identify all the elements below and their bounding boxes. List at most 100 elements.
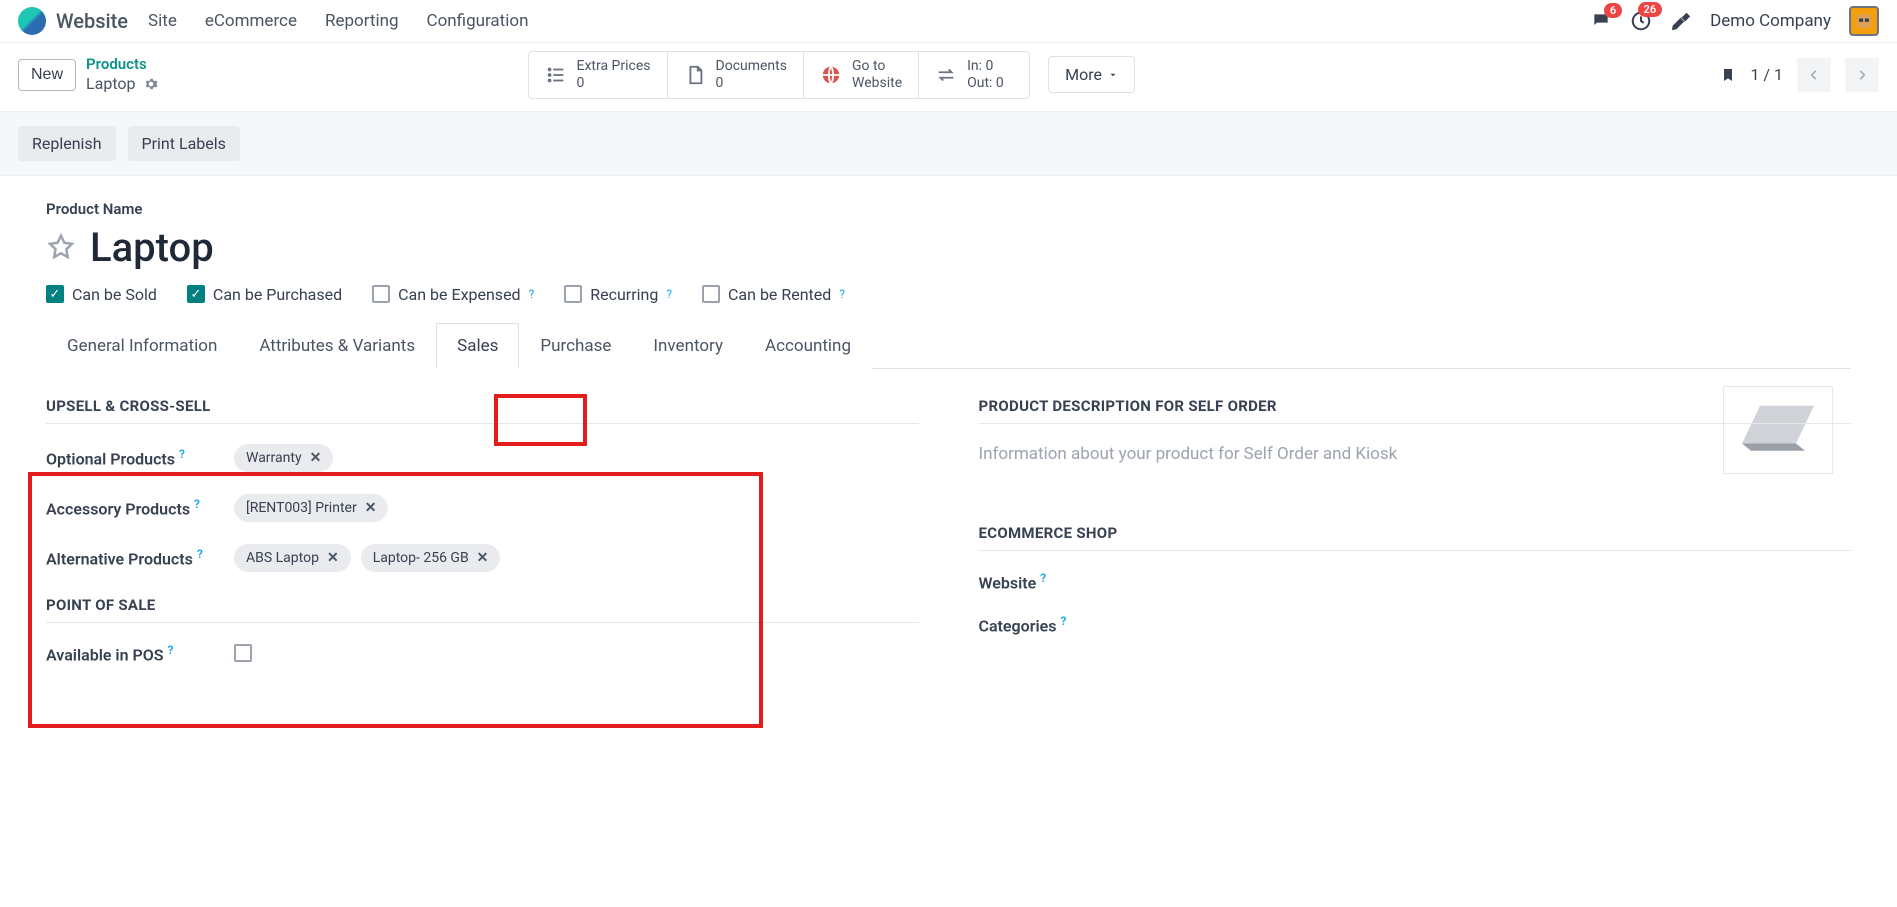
list-icon bbox=[545, 64, 567, 86]
help-icon[interactable]: ? bbox=[168, 643, 174, 657]
transfer-icon bbox=[935, 64, 957, 86]
stat-buttons: Extra Prices0 Documents0 Go toWebsite In… bbox=[528, 51, 1031, 99]
optional-products-input[interactable]: Warranty✕ bbox=[234, 444, 333, 472]
stat-in-out[interactable]: In: 0Out: 0 bbox=[919, 52, 1029, 98]
user-avatar[interactable] bbox=[1849, 6, 1879, 36]
sales-tab-content: UPSELL & CROSS-SELL Optional Products ? … bbox=[46, 369, 1851, 686]
print-labels-button[interactable]: Print Labels bbox=[128, 126, 240, 161]
tag-item[interactable]: ABS Laptop✕ bbox=[234, 544, 351, 572]
product-flags: Can be Sold Can be Purchased Can be Expe… bbox=[46, 285, 1851, 304]
tag-item[interactable]: Warranty✕ bbox=[234, 444, 333, 472]
field-optional-products: Optional Products ? Warranty✕ bbox=[46, 444, 919, 472]
flag-can-be-purchased[interactable]: Can be Purchased bbox=[187, 285, 342, 304]
top-navbar: Website Site eCommerce Reporting Configu… bbox=[0, 0, 1897, 43]
help-icon[interactable]: ? bbox=[666, 287, 672, 301]
tab-inventory[interactable]: Inventory bbox=[632, 323, 744, 369]
right-column: PRODUCT DESCRIPTION FOR SELF ORDER Infor… bbox=[979, 397, 1852, 686]
top-right-cluster: 6 26 Demo Company bbox=[1590, 6, 1879, 36]
help-icon[interactable]: ? bbox=[839, 287, 845, 301]
flag-can-be-sold[interactable]: Can be Sold bbox=[46, 285, 157, 304]
product-name-input[interactable]: Laptop bbox=[90, 224, 214, 271]
field-accessory-products: Accessory Products ? [RENT003] Printer✕ bbox=[46, 494, 919, 522]
globe-icon bbox=[820, 64, 842, 86]
close-icon[interactable]: ✕ bbox=[365, 500, 377, 516]
action-bar: Replenish Print Labels bbox=[0, 111, 1897, 176]
section-ecommerce-title: ECOMMERCE SHOP bbox=[979, 524, 1852, 551]
replenish-button[interactable]: Replenish bbox=[18, 126, 116, 161]
help-icon[interactable]: ? bbox=[197, 547, 203, 561]
tab-general-information[interactable]: General Information bbox=[46, 323, 238, 369]
pager-cluster: 1 / 1 bbox=[1720, 58, 1879, 92]
stat-documents[interactable]: Documents0 bbox=[668, 52, 804, 98]
messaging-icon[interactable]: 6 bbox=[1590, 11, 1612, 31]
close-icon[interactable]: ✕ bbox=[327, 550, 339, 566]
tab-purchase[interactable]: Purchase bbox=[519, 323, 632, 369]
checkbox-icon bbox=[46, 285, 64, 303]
section-pos-title: POINT OF SALE bbox=[46, 596, 919, 623]
menu-site[interactable]: Site bbox=[148, 11, 177, 31]
brand[interactable]: Website bbox=[18, 7, 128, 35]
pager-text[interactable]: 1 / 1 bbox=[1750, 65, 1783, 84]
field-website: Website ? bbox=[979, 571, 1852, 592]
menu-ecommerce[interactable]: eCommerce bbox=[205, 11, 297, 31]
self-order-description-input[interactable]: Information about your product for Self … bbox=[979, 444, 1852, 464]
alternative-products-input[interactable]: ABS Laptop✕ Laptop- 256 GB✕ bbox=[234, 544, 500, 572]
caret-down-icon bbox=[1108, 70, 1118, 80]
brand-logo-icon bbox=[18, 7, 46, 35]
stat-extra-prices[interactable]: Extra Prices0 bbox=[529, 52, 668, 98]
document-icon bbox=[684, 64, 706, 86]
menu-configuration[interactable]: Configuration bbox=[427, 11, 529, 31]
field-available-in-pos: Available in POS ? bbox=[46, 643, 919, 664]
tab-sales[interactable]: Sales bbox=[436, 323, 519, 369]
brand-name: Website bbox=[56, 9, 128, 33]
help-icon[interactable]: ? bbox=[179, 447, 185, 461]
pager-next[interactable] bbox=[1845, 58, 1879, 92]
checkbox-available-in-pos[interactable] bbox=[234, 644, 252, 662]
help-icon[interactable]: ? bbox=[194, 497, 200, 511]
bookmark-icon[interactable] bbox=[1720, 65, 1736, 85]
checkbox-icon bbox=[564, 285, 582, 303]
tag-item[interactable]: [RENT003] Printer✕ bbox=[234, 494, 388, 522]
checkbox-icon bbox=[372, 285, 390, 303]
activities-badge: 26 bbox=[1638, 2, 1663, 17]
favorite-star-icon[interactable] bbox=[46, 232, 76, 262]
breadcrumb-current: Laptop bbox=[86, 74, 136, 94]
accessory-products-input[interactable]: [RENT003] Printer✕ bbox=[234, 494, 388, 522]
pager-prev[interactable] bbox=[1797, 58, 1831, 92]
left-column: UPSELL & CROSS-SELL Optional Products ? … bbox=[46, 397, 919, 686]
form-sheet: Product Name Laptop Can be Sold Can be P… bbox=[18, 176, 1879, 694]
chevron-right-icon bbox=[1855, 68, 1869, 82]
chevron-left-icon bbox=[1807, 68, 1821, 82]
tab-accounting[interactable]: Accounting bbox=[744, 323, 872, 369]
menu-reporting[interactable]: Reporting bbox=[325, 11, 399, 31]
main-menu: Site eCommerce Reporting Configuration bbox=[148, 11, 528, 31]
control-bar: New Products Laptop Extra Prices0 Docume… bbox=[0, 43, 1897, 111]
section-self-order-title: PRODUCT DESCRIPTION FOR SELF ORDER bbox=[979, 397, 1852, 424]
close-icon[interactable]: ✕ bbox=[477, 550, 489, 566]
help-icon[interactable]: ? bbox=[529, 287, 535, 301]
help-icon[interactable]: ? bbox=[1060, 614, 1066, 628]
checkbox-icon bbox=[702, 285, 720, 303]
product-name-label: Product Name bbox=[46, 200, 1851, 218]
more-button[interactable]: More bbox=[1048, 56, 1135, 93]
new-button[interactable]: New bbox=[18, 59, 76, 91]
debug-tools-icon[interactable] bbox=[1670, 10, 1692, 32]
breadcrumb: Products Laptop bbox=[86, 55, 158, 94]
company-switcher[interactable]: Demo Company bbox=[1710, 11, 1831, 31]
gear-icon[interactable] bbox=[144, 77, 158, 91]
messaging-badge: 6 bbox=[1604, 3, 1622, 18]
help-icon[interactable]: ? bbox=[1040, 571, 1046, 585]
flag-can-be-expensed[interactable]: Can be Expensed? bbox=[372, 285, 534, 304]
stat-go-to-website[interactable]: Go toWebsite bbox=[804, 52, 919, 98]
breadcrumb-parent[interactable]: Products bbox=[86, 55, 158, 74]
flag-can-be-rented[interactable]: Can be Rented? bbox=[702, 285, 845, 304]
field-categories: Categories ? bbox=[979, 614, 1852, 635]
close-icon[interactable]: ✕ bbox=[310, 450, 322, 466]
checkbox-icon bbox=[187, 285, 205, 303]
flag-recurring[interactable]: Recurring? bbox=[564, 285, 672, 304]
tab-bar: General Information Attributes & Variant… bbox=[46, 322, 1851, 369]
tag-item[interactable]: Laptop- 256 GB✕ bbox=[361, 544, 501, 572]
field-alternative-products: Alternative Products ? ABS Laptop✕ Lapto… bbox=[46, 544, 919, 572]
tab-attributes-variants[interactable]: Attributes & Variants bbox=[238, 323, 436, 369]
activities-icon[interactable]: 26 bbox=[1630, 10, 1652, 32]
